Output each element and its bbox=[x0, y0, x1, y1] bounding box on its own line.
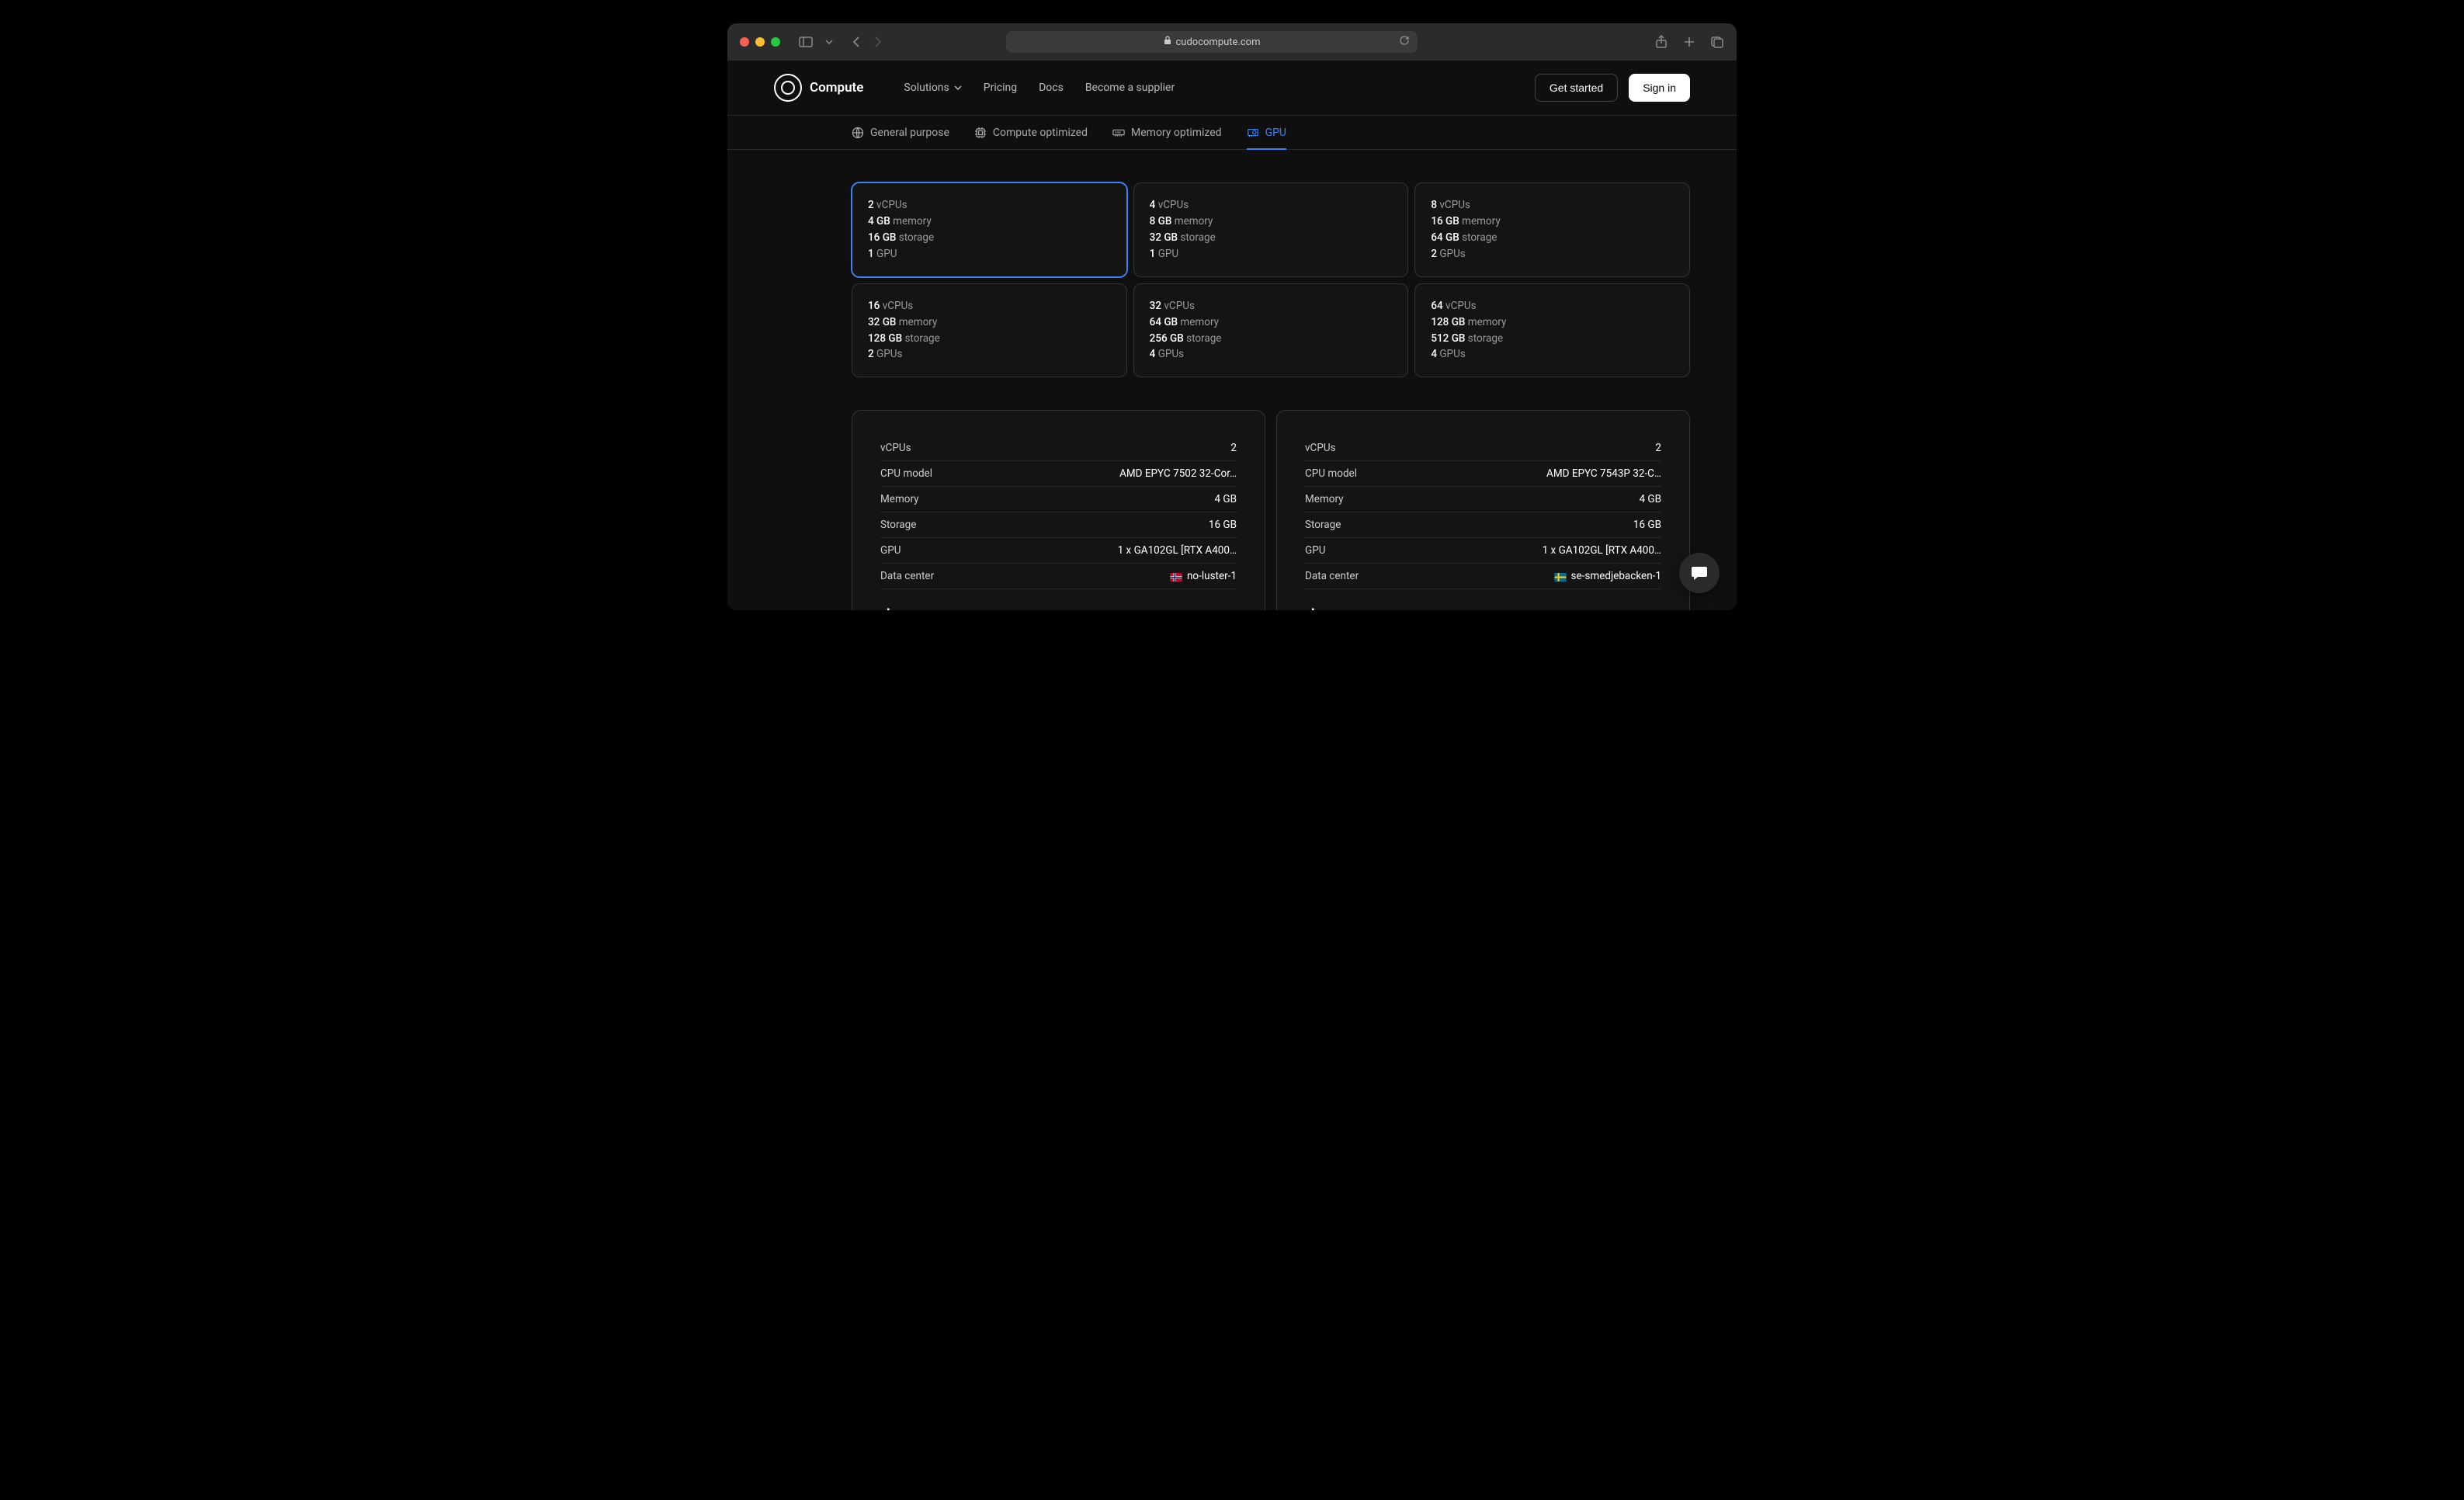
sidebar-toggle-icon[interactable] bbox=[799, 36, 813, 47]
sign-in-button[interactable]: Sign in bbox=[1629, 74, 1690, 102]
config-card[interactable]: 8 vCPUs 16 GB memory 64 GB storage 2 GPU… bbox=[1414, 182, 1690, 277]
close-window[interactable] bbox=[740, 37, 749, 47]
offer-price: $0.32/hr bbox=[1305, 606, 1661, 610]
flag-icon bbox=[1170, 572, 1182, 581]
brand-logo-icon bbox=[774, 74, 802, 102]
browser-window: cudocompute.com Compute Solutions bbox=[727, 23, 1737, 610]
offer-price: $0.31/hr bbox=[880, 606, 1237, 610]
site-header: Compute Solutions Pricing Docs Become a … bbox=[727, 61, 1737, 116]
traffic-lights bbox=[740, 37, 780, 47]
lock-icon bbox=[1164, 36, 1171, 48]
chat-icon bbox=[1691, 565, 1708, 581]
chevron-down-icon[interactable] bbox=[825, 40, 833, 44]
url-bar[interactable]: cudocompute.com bbox=[1006, 31, 1418, 53]
url-text: cudocompute.com bbox=[1176, 36, 1261, 48]
share-icon[interactable] bbox=[1655, 35, 1668, 49]
forward-button[interactable] bbox=[873, 36, 883, 48]
globe-icon bbox=[852, 127, 864, 139]
minimize-window[interactable] bbox=[755, 37, 765, 47]
offers-grid: vCPUs2 CPU modelAMD EPYC 7502 32-Cor… Me… bbox=[852, 410, 1690, 610]
config-card[interactable]: 64 vCPUs 128 GB memory 512 GB storage 4 … bbox=[1414, 283, 1690, 378]
tabs-icon[interactable] bbox=[1711, 35, 1724, 49]
tab-compute-optimized[interactable]: Compute optimized bbox=[974, 116, 1088, 149]
tab-general-purpose[interactable]: General purpose bbox=[852, 116, 949, 149]
get-started-button[interactable]: Get started bbox=[1535, 74, 1618, 102]
config-card[interactable]: 2 vCPUs 4 GB memory 16 GB storage 1 GPU bbox=[852, 182, 1127, 277]
nav-docs[interactable]: Docs bbox=[1039, 82, 1064, 94]
main-nav: Solutions Pricing Docs Become a supplier bbox=[904, 82, 1175, 94]
memory-icon bbox=[1112, 127, 1125, 139]
nav-supplier[interactable]: Become a supplier bbox=[1085, 82, 1175, 94]
chat-button[interactable] bbox=[1679, 553, 1720, 593]
tab-gpu[interactable]: GPU bbox=[1247, 116, 1286, 149]
gpu-icon bbox=[1247, 127, 1259, 139]
back-button[interactable] bbox=[852, 36, 861, 48]
browser-toolbar: cudocompute.com bbox=[727, 23, 1737, 61]
page-content: Compute Solutions Pricing Docs Become a … bbox=[727, 61, 1737, 610]
config-grid: 2 vCPUs 4 GB memory 16 GB storage 1 GPU … bbox=[852, 182, 1690, 377]
maximize-window[interactable] bbox=[771, 37, 780, 47]
flag-icon bbox=[1554, 572, 1567, 581]
config-card[interactable]: 16 vCPUs 32 GB memory 128 GB storage 2 G… bbox=[852, 283, 1127, 378]
cpu-icon bbox=[974, 127, 987, 139]
brand[interactable]: Compute bbox=[774, 74, 863, 102]
chevron-down-icon bbox=[954, 85, 962, 90]
offer-card[interactable]: vCPUs2 CPU modelAMD EPYC 7543P 32-C… Mem… bbox=[1276, 410, 1690, 610]
config-card[interactable]: 4 vCPUs 8 GB memory 32 GB storage 1 GPU bbox=[1133, 182, 1409, 277]
category-tabs: General purpose Compute optimized Memory… bbox=[727, 116, 1737, 150]
nav-solutions[interactable]: Solutions bbox=[904, 82, 961, 94]
nav-pricing[interactable]: Pricing bbox=[984, 82, 1017, 94]
reload-icon[interactable] bbox=[1399, 35, 1410, 49]
config-card[interactable]: 32 vCPUs 64 GB memory 256 GB storage 4 G… bbox=[1133, 283, 1409, 378]
brand-name: Compute bbox=[810, 80, 863, 95]
offer-card[interactable]: vCPUs2 CPU modelAMD EPYC 7502 32-Cor… Me… bbox=[852, 410, 1265, 610]
tab-memory-optimized[interactable]: Memory optimized bbox=[1112, 116, 1222, 149]
new-tab-icon[interactable] bbox=[1683, 35, 1695, 49]
